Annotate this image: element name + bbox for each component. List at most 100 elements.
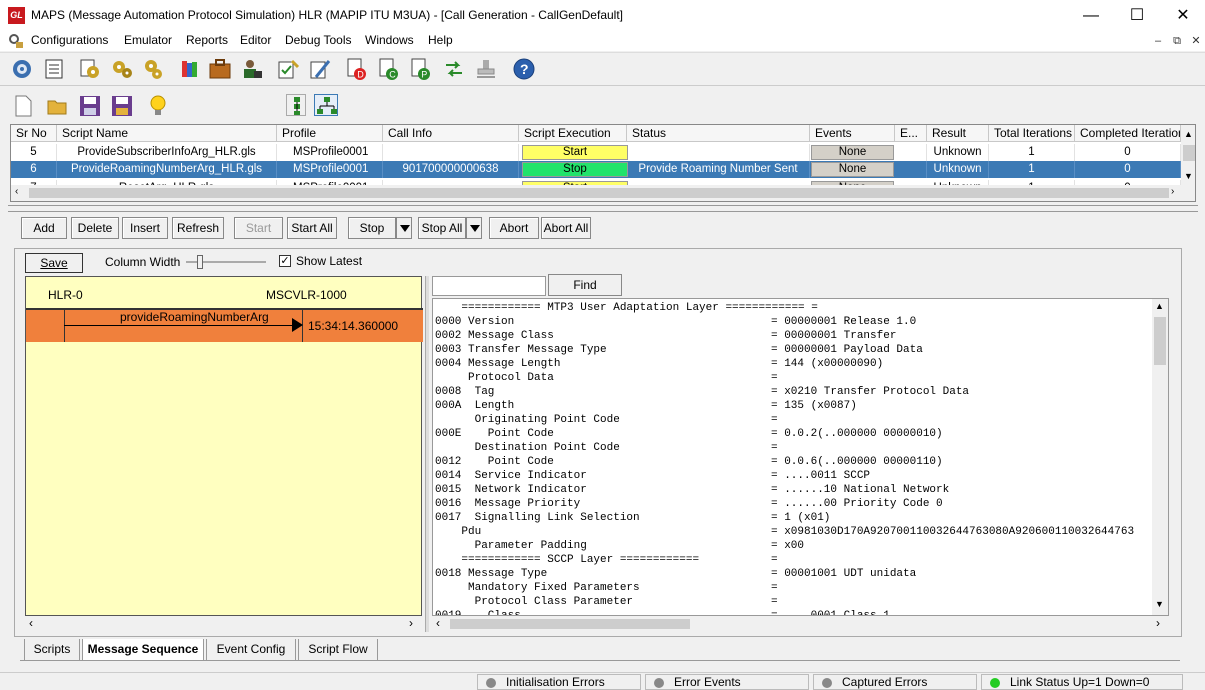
vertical-splitter[interactable] — [425, 276, 429, 632]
table-row[interactable]: 5 ProvideSubscriberInfoArg_HLR.gls MSPro… — [11, 144, 1181, 161]
tree-horizontal-icon[interactable] — [314, 94, 338, 116]
events-button[interactable]: None — [811, 145, 894, 160]
start-all-button[interactable]: Start All — [287, 217, 337, 239]
tab-scripts[interactable]: Scripts — [24, 639, 80, 661]
gear-edit-icon[interactable] — [78, 57, 102, 81]
show-latest-checkbox[interactable]: ✓ — [279, 255, 291, 267]
grid-horizontal-scrollbar[interactable]: ‹ › — [11, 185, 1195, 201]
menu-reports[interactable]: Reports — [186, 33, 228, 47]
close-button[interactable]: ✕ — [1160, 0, 1205, 31]
tab-event-config[interactable]: Event Config — [206, 639, 296, 661]
menu-configurations[interactable]: Configurations — [31, 33, 108, 47]
captured-errors-status[interactable]: Captured Errors — [813, 674, 977, 690]
tab-script-flow[interactable]: Script Flow — [298, 639, 378, 661]
sequence-horizontal-scrollbar[interactable]: ‹ › — [25, 616, 422, 632]
doc-d-icon[interactable]: D — [344, 57, 368, 81]
scroll-thumb[interactable] — [450, 619, 690, 629]
refresh-button[interactable]: Refresh — [172, 217, 224, 239]
save-button[interactable]: Save — [25, 253, 83, 273]
col-events[interactable]: Events — [810, 125, 895, 142]
tree-vertical-icon[interactable] — [286, 94, 306, 116]
initialisation-errors-status[interactable]: Initialisation Errors — [477, 674, 641, 690]
scroll-down-icon[interactable]: ▼ — [1184, 171, 1193, 181]
message-row[interactable]: provideRoamingNumberArg 15:34:14.360000 — [26, 310, 423, 342]
detail-horizontal-scrollbar[interactable]: ‹ › — [432, 616, 1169, 632]
save-as-icon[interactable] — [110, 94, 134, 118]
col-completed-iterations[interactable]: Completed Iterations — [1075, 125, 1181, 142]
scroll-right-icon[interactable]: › — [409, 616, 413, 630]
start-script-button[interactable]: Start — [522, 145, 628, 160]
scroll-thumb[interactable] — [1154, 317, 1166, 365]
add-button[interactable]: Add — [21, 217, 67, 239]
menu-emulator[interactable]: Emulator — [124, 33, 172, 47]
tab-message-sequence[interactable]: Message Sequence — [82, 639, 204, 661]
scroll-left-icon[interactable]: ‹ — [15, 186, 18, 197]
stop-all-dropdown-icon[interactable] — [466, 217, 482, 239]
doc-c-icon[interactable]: C — [376, 57, 400, 81]
abort-button[interactable]: Abort — [489, 217, 539, 239]
save-disk-icon[interactable] — [78, 94, 102, 118]
col-script-execution[interactable]: Script Execution — [519, 125, 627, 142]
pane-splitter[interactable] — [8, 205, 1198, 212]
scroll-left-icon[interactable]: ‹ — [29, 616, 33, 630]
scroll-thumb[interactable] — [1183, 145, 1195, 161]
start-button[interactable]: Start — [234, 217, 283, 239]
scroll-right-icon[interactable]: › — [1171, 186, 1174, 197]
stop-all-button[interactable]: Stop All — [418, 217, 466, 239]
help-icon[interactable]: ? — [512, 57, 536, 81]
scroll-right-icon[interactable]: › — [1156, 616, 1160, 630]
mdi-restore-button[interactable]: ⧉ — [1169, 34, 1185, 48]
col-result[interactable]: Result — [927, 125, 989, 142]
table-row-selected[interactable]: 6 ProvideRoamingNumberArg_HLR.gls MSProf… — [11, 161, 1181, 178]
col-script-name[interactable]: Script Name — [57, 125, 277, 142]
settings-gear-icon[interactable] — [10, 57, 34, 81]
col-total-iterations[interactable]: Total Iterations — [989, 125, 1075, 142]
col-status[interactable]: Status — [627, 125, 810, 142]
books-icon[interactable] — [178, 57, 202, 81]
menu-debug-tools[interactable]: Debug Tools — [285, 33, 352, 47]
insert-button[interactable]: Insert — [122, 217, 168, 239]
doc-p-icon[interactable]: P — [408, 57, 432, 81]
maximize-button[interactable]: ☐ — [1114, 0, 1160, 31]
pen-script-icon[interactable] — [308, 57, 332, 81]
col-e[interactable]: E... — [895, 125, 927, 142]
notepad-icon[interactable] — [42, 57, 66, 81]
find-input[interactable] — [432, 276, 546, 296]
stop-script-button[interactable]: Stop — [522, 162, 628, 177]
scroll-up-icon[interactable]: ▲ — [1155, 301, 1164, 311]
delete-button[interactable]: Delete — [71, 217, 119, 239]
scroll-left-icon[interactable]: ‹ — [436, 616, 440, 630]
check-pen-icon[interactable] — [276, 57, 300, 81]
stop-dropdown-icon[interactable] — [396, 217, 412, 239]
col-sr-no[interactable]: Sr No — [11, 125, 57, 142]
detail-vertical-scrollbar[interactable]: ▲ ▼ — [1152, 299, 1168, 615]
gears-icon[interactable] — [110, 57, 134, 81]
scroll-down-icon[interactable]: ▼ — [1155, 599, 1164, 609]
col-profile[interactable]: Profile — [277, 125, 383, 142]
slider-handle[interactable] — [197, 255, 203, 269]
scroll-thumb[interactable] — [29, 188, 1169, 198]
stamp-icon[interactable] — [474, 57, 498, 81]
message-sequence-panel[interactable]: HLR-0 MSCVLR-1000 provideRoamingNumberAr… — [25, 276, 423, 616]
decode-detail-panel[interactable]: ============ MTP3 User Adaptation Layer … — [432, 298, 1169, 616]
bulb-icon[interactable] — [146, 94, 170, 118]
col-call-info[interactable]: Call Info — [383, 125, 519, 142]
abort-all-button[interactable]: Abort All — [541, 217, 591, 239]
events-button[interactable]: None — [811, 162, 894, 177]
mdi-close-button[interactable]: ✕ — [1188, 34, 1204, 48]
link-status[interactable]: Link Status Up=1 Down=0 — [981, 674, 1183, 690]
gears-alt-icon[interactable] — [141, 57, 165, 81]
user-lock-icon[interactable] — [240, 57, 264, 81]
error-events-status[interactable]: Error Events — [645, 674, 809, 690]
menu-help[interactable]: Help — [428, 33, 453, 47]
menu-windows[interactable]: Windows — [365, 33, 414, 47]
grid-vertical-scrollbar[interactable]: ▲ ▼ — [1181, 125, 1195, 185]
briefcase-icon[interactable] — [208, 57, 232, 81]
new-file-icon[interactable] — [12, 94, 34, 118]
arrows-c-icon[interactable] — [442, 57, 466, 81]
mdi-minimize-button[interactable]: – — [1150, 34, 1166, 48]
open-folder-icon[interactable] — [46, 94, 70, 118]
minimize-button[interactable]: — — [1068, 0, 1114, 31]
find-button[interactable]: Find — [548, 274, 622, 296]
scroll-up-icon[interactable]: ▲ — [1184, 129, 1193, 139]
